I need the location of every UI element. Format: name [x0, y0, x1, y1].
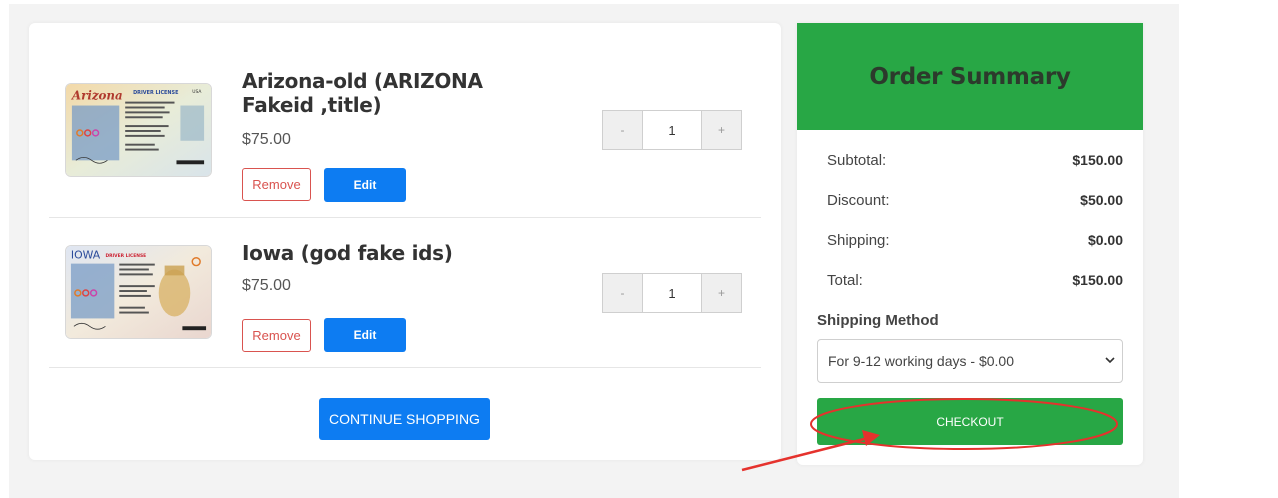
quantity-input[interactable]: 1 — [642, 111, 702, 149]
card-type-text: DRIVER LICENSE — [105, 253, 146, 259]
quantity-stepper: - 1 + — [602, 273, 742, 313]
increase-quantity-button[interactable]: + — [702, 111, 741, 149]
remove-button[interactable]: Remove — [242, 168, 311, 201]
shipping-method-selected-value: For 9-12 working days - $0.00 — [828, 353, 1014, 369]
edit-button[interactable]: Edit — [324, 168, 406, 202]
subtotal-value: $150.00 — [1072, 152, 1123, 168]
quantity-input[interactable]: 1 — [642, 274, 702, 312]
product-price: $75.00 — [242, 131, 291, 148]
total-value: $150.00 — [1072, 272, 1123, 288]
cart-item: Arizona DRIVER LICENSE USA Arizona-old (… — [49, 23, 761, 218]
discount-value: $50.00 — [1080, 192, 1123, 208]
increase-quantity-button[interactable]: + — [702, 274, 741, 312]
shipping-value: $0.00 — [1087, 232, 1123, 248]
checkout-button[interactable]: CHECKOUT — [817, 398, 1123, 445]
product-image[interactable]: IOWA DRIVER LICENSE — [65, 245, 212, 339]
product-title: Iowa (god fake ids) — [242, 241, 453, 265]
subtotal-label: Subtotal: — [827, 152, 887, 169]
discount-label: Discount: — [827, 192, 890, 209]
total-label: Total: — [827, 272, 863, 289]
cart-item: IOWA DRIVER LICENSE Iowa (god fake ids) … — [49, 218, 761, 368]
discount-row: Discount: $50.00 — [827, 192, 1123, 209]
card-state-text: IOWA — [71, 249, 101, 262]
card-state-text: Arizona — [71, 89, 123, 103]
product-image[interactable]: Arizona DRIVER LICENSE USA — [65, 83, 212, 177]
decrease-quantity-button[interactable]: - — [603, 274, 642, 312]
shipping-label: Shipping: — [827, 232, 890, 249]
product-price: $75.00 — [242, 277, 291, 294]
quantity-stepper: - 1 + — [602, 110, 742, 150]
continue-shopping-button[interactable]: CONTINUE SHOPPING — [319, 398, 490, 440]
cart-panel: Arizona DRIVER LICENSE USA Arizona-old (… — [29, 23, 781, 460]
subtotal-row: Subtotal: $150.00 — [827, 152, 1123, 169]
shipping-method-label: Shipping Method — [817, 312, 939, 329]
total-row: Total: $150.00 — [827, 272, 1123, 289]
order-summary-title: Order Summary — [869, 63, 1071, 90]
shipping-row: Shipping: $0.00 — [827, 232, 1123, 249]
shipping-method-select[interactable]: For 9-12 working days - $0.00 — [817, 339, 1123, 383]
remove-button[interactable]: Remove — [242, 319, 311, 352]
order-summary-panel: Order Summary Subtotal: $150.00 Discount… — [797, 23, 1143, 465]
id-card-image: IOWA DRIVER LICENSE — [66, 246, 211, 338]
card-country-text: USA — [192, 89, 201, 95]
order-summary-header: Order Summary — [797, 23, 1143, 130]
card-type-text: DRIVER LICENSE — [133, 90, 178, 96]
product-title: Arizona-old (ARIZONA Fakeid ,title) — [242, 69, 483, 117]
chevron-down-icon — [1105, 357, 1115, 364]
edit-button[interactable]: Edit — [324, 318, 406, 352]
decrease-quantity-button[interactable]: - — [603, 111, 642, 149]
id-card-image: Arizona DRIVER LICENSE USA — [66, 84, 211, 176]
